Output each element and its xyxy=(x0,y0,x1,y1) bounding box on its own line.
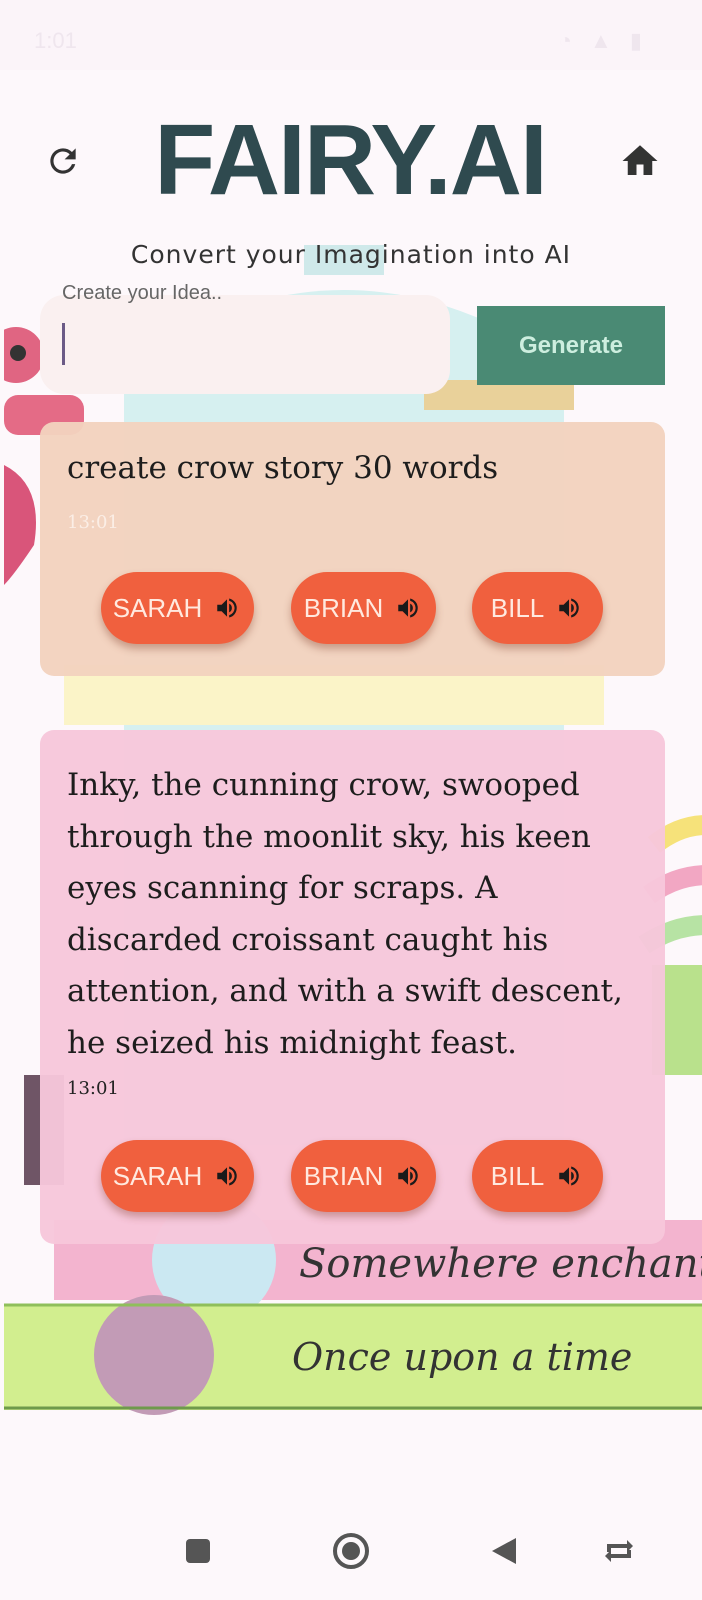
message-timestamp: 13:01 xyxy=(67,1078,119,1099)
voice-sarah-button[interactable]: SARAH xyxy=(101,1140,254,1212)
rotate-icon xyxy=(605,1540,633,1562)
voice-brian-button[interactable]: BRIAN xyxy=(291,572,436,644)
story-text: Inky, the cunning crow, swooped through … xyxy=(67,767,623,1061)
refresh-button[interactable] xyxy=(42,140,84,182)
voice-label: SARAH xyxy=(112,1160,203,1191)
home-button[interactable] xyxy=(616,138,664,184)
refresh-icon xyxy=(50,148,76,174)
user-message-card: create crow story 30 words 13:01 SARAH B… xyxy=(40,422,665,676)
subtitle: Convert your Imagination into AI xyxy=(130,240,572,269)
volume-icon xyxy=(559,598,579,618)
circle-icon xyxy=(333,1533,369,1569)
voice-bill-button[interactable]: BILL xyxy=(472,1140,603,1212)
status-bar: 1:01 ◔ ▲ ▮ xyxy=(0,0,702,70)
voice-label: BILL xyxy=(490,1160,545,1191)
volume-icon xyxy=(559,1166,579,1186)
ai-story-card: Inky, the cunning crow, swooped through … xyxy=(40,730,665,1244)
voice-brian-button[interactable]: BRIAN xyxy=(291,1140,436,1212)
voice-sarah-button[interactable]: SARAH xyxy=(101,572,254,644)
recents-button[interactable] xyxy=(173,1526,223,1576)
system-nav-bar xyxy=(0,1512,702,1600)
volume-icon xyxy=(398,598,418,618)
square-icon xyxy=(186,1539,210,1563)
voice-label: BILL xyxy=(490,592,545,623)
voice-bill-button[interactable]: BILL xyxy=(472,572,603,644)
voice-label: BRIAN xyxy=(303,592,384,623)
status-time: 1:01 xyxy=(34,28,77,53)
book-spine-text-2: Once upon a time xyxy=(292,1335,632,1379)
home-nav-button[interactable] xyxy=(326,1526,376,1576)
idea-input[interactable] xyxy=(40,295,450,394)
status-icons: ◔ ▲ ▮ xyxy=(558,28,648,53)
volume-icon xyxy=(217,598,238,618)
app-title: FAIRY.AI xyxy=(154,104,547,216)
message-timestamp: 13:01 xyxy=(67,512,119,533)
rotate-button[interactable] xyxy=(594,1526,644,1576)
voice-label: SARAH xyxy=(112,592,203,623)
text-caret xyxy=(62,323,65,365)
voice-label: BRIAN xyxy=(303,1160,384,1191)
volume-icon xyxy=(398,1166,418,1186)
message-text: create crow story 30 words xyxy=(67,450,499,486)
home-icon xyxy=(622,145,658,175)
back-button[interactable] xyxy=(479,1526,529,1576)
generate-button[interactable]: Generate xyxy=(477,306,665,385)
idea-input-label: Create your Idea.. xyxy=(62,282,223,304)
book-spine-text-1: Somewhere enchante xyxy=(299,1241,702,1287)
back-triangle-icon xyxy=(492,1538,516,1564)
volume-icon xyxy=(217,1166,238,1186)
